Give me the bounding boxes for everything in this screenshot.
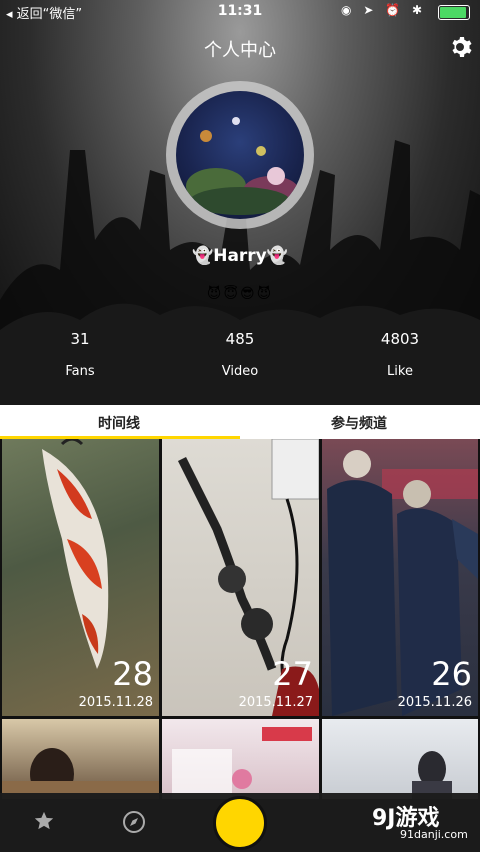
stat-like[interactable]: 4803 Like bbox=[340, 330, 460, 379]
stat-video[interactable]: 485 Video bbox=[180, 330, 300, 379]
stat-video-value: 485 bbox=[225, 330, 255, 348]
video-card[interactable] bbox=[322, 719, 478, 799]
record-button[interactable] bbox=[213, 796, 267, 850]
compass-icon[interactable] bbox=[122, 810, 146, 834]
stat-fans[interactable]: 31 Fans bbox=[20, 330, 140, 379]
video-date: 2015.11.28 bbox=[78, 695, 153, 710]
avatar[interactable] bbox=[176, 91, 304, 219]
user-emoji-badges: 😈😇😎😈 bbox=[206, 286, 274, 302]
video-card[interactable] bbox=[162, 719, 319, 799]
status-bar: ◂ 返回“微信” 11:31 ◉ ➤ ⏰ ✱ bbox=[0, 0, 480, 22]
video-day: 26 bbox=[431, 655, 472, 693]
video-day: 28 bbox=[112, 655, 153, 693]
tab-timeline[interactable]: 时间线 bbox=[98, 413, 140, 433]
username: 👻Harry👻 bbox=[192, 246, 288, 266]
video-date: 2015.11.27 bbox=[238, 695, 313, 710]
video-day: 27 bbox=[272, 655, 313, 693]
video-card[interactable]: 27 2015.11.27 bbox=[162, 439, 319, 716]
tab-channels[interactable]: 参与频道 bbox=[331, 413, 387, 433]
tab-bar: 时间线 参与频道 bbox=[0, 405, 480, 439]
woman-portrait-thumbnail bbox=[412, 751, 452, 799]
stat-like-label: Like bbox=[387, 364, 413, 379]
video-date: 2015.11.26 bbox=[397, 695, 472, 710]
video-card[interactable]: 26 2015.11.26 bbox=[322, 439, 478, 716]
shop-interior-thumbnail bbox=[172, 727, 312, 799]
video-card[interactable] bbox=[2, 719, 159, 799]
battery-icon bbox=[438, 5, 470, 20]
stat-video-label: Video bbox=[221, 364, 259, 379]
status-icons: ◉ ➤ ⏰ ✱ bbox=[341, 3, 426, 17]
star-icon[interactable] bbox=[33, 810, 55, 832]
gear-icon[interactable] bbox=[450, 35, 474, 59]
video-card[interactable]: 28 2015.11.28 bbox=[2, 439, 159, 716]
aquarium-avatar-image bbox=[186, 117, 299, 215]
stat-like-value: 4803 bbox=[380, 330, 420, 348]
site-watermark-url: 91danji.com bbox=[400, 828, 468, 841]
stat-fans-label: Fans bbox=[65, 364, 95, 379]
stat-fans-value: 31 bbox=[70, 330, 90, 348]
page-title: 个人中心 bbox=[204, 40, 276, 61]
girl-at-table-thumbnail bbox=[2, 748, 159, 799]
